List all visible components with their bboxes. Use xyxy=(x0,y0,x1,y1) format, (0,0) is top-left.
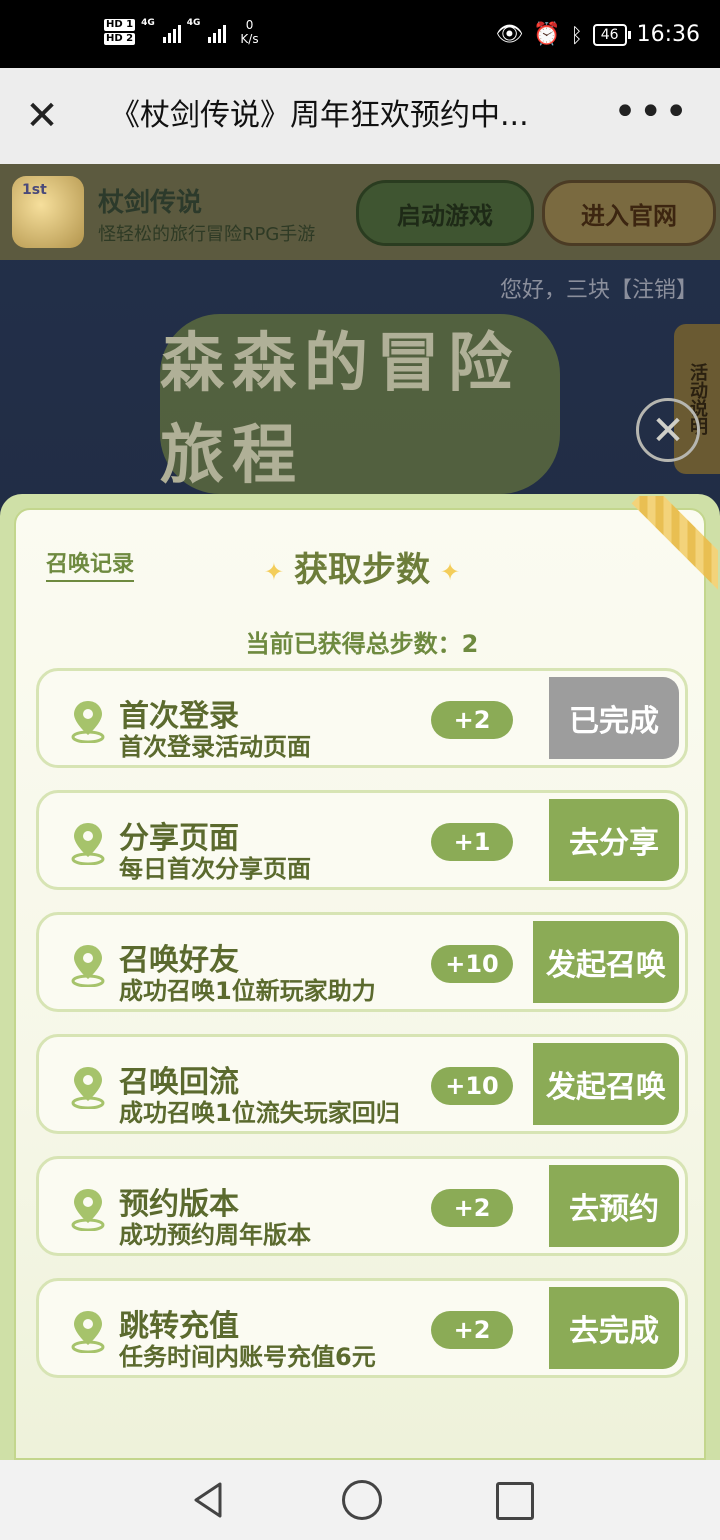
location-pin-icon xyxy=(71,945,105,987)
sparkle-icon: ✦ xyxy=(440,557,461,586)
task-row: 召唤好友 成功召唤1位新玩家助力 +10 发起召唤 xyxy=(36,912,688,1012)
more-icon[interactable]: ••• xyxy=(613,90,690,134)
game-logo: 1st xyxy=(12,176,84,248)
net-speed-unit: K/s xyxy=(240,32,259,46)
launch-game-button[interactable]: 启动游戏 xyxy=(356,180,534,246)
task-row: 分享页面 每日首次分享页面 +1 去分享 xyxy=(36,790,688,890)
task-description: 首次登录活动页面 xyxy=(119,733,311,761)
modal-title-text: 获取步数 xyxy=(294,550,430,590)
task-row: 首次登录 首次登录活动页面 +2 已完成 xyxy=(36,668,688,768)
total-steps: 当前已获得总步数：2 xyxy=(16,624,708,659)
reward-badge: +2 xyxy=(431,701,513,739)
task-description: 每日首次分享页面 xyxy=(119,855,311,883)
task-description: 成功召唤1位流失玩家回归 xyxy=(119,1099,400,1127)
close-icon[interactable]: ✕ xyxy=(22,96,62,136)
modal-title: ✦ 获取步数 ✦ xyxy=(16,542,708,591)
steps-modal: 召唤记录 ✦ 获取步数 ✦ 当前已获得总步数：2 首次登录 首次登录活动页面 +2 已完成… xyxy=(0,494,720,1460)
task-row: 召唤回流 成功召唤1位流失玩家回归 +10 发起召唤 xyxy=(36,1034,688,1134)
location-pin-icon xyxy=(71,1311,105,1353)
task-action-button[interactable]: 去分享 xyxy=(549,799,679,881)
location-pin-icon xyxy=(71,1189,105,1231)
clock: 16:36 xyxy=(636,22,700,47)
game-header: 1st 杖剑传说 怪轻松的旅行冒险RPG手游 启动游戏 进入官网 xyxy=(0,164,720,260)
title-bar: ✕ 《杖剑传说》周年狂欢预约中... ••• xyxy=(0,68,720,164)
task-description: 任务时间内账号充值6元 xyxy=(119,1343,376,1371)
status-right: 👁 ⏰ ᛒ 46 16:36 xyxy=(495,22,700,47)
task-action-button[interactable]: 发起召唤 xyxy=(533,921,679,1003)
task-action-button: 已完成 xyxy=(549,677,679,759)
signal2-icon xyxy=(208,21,227,43)
home-icon[interactable] xyxy=(342,1480,382,1520)
signal2-label: 4G xyxy=(186,18,201,28)
game-subtitle: 怪轻松的旅行冒险RPG手游 xyxy=(98,224,316,245)
location-pin-icon xyxy=(71,701,105,743)
battery-icon: 46 xyxy=(592,23,631,46)
reward-badge: +2 xyxy=(431,1189,513,1227)
net-speed: 0 K/s xyxy=(240,18,258,46)
total-steps-label: 当前已获得总步数： xyxy=(245,630,462,658)
official-site-button[interactable]: 进入官网 xyxy=(542,180,716,246)
task-description: 成功预约周年版本 xyxy=(119,1221,311,1249)
reward-badge: +1 xyxy=(431,823,513,861)
back-icon[interactable] xyxy=(188,1480,228,1520)
hd2-badge: HD 2 xyxy=(104,33,136,45)
eye-icon: 👁 xyxy=(495,22,524,47)
location-pin-icon xyxy=(71,1067,105,1109)
status-left: HD 1 HD 2 4G 4G 0 K/s xyxy=(104,18,259,46)
alarm-icon: ⏰ xyxy=(533,22,561,47)
game-name: 杖剑传说 xyxy=(98,188,203,218)
reward-badge: +2 xyxy=(431,1311,513,1349)
task-action-button[interactable]: 去预约 xyxy=(549,1165,679,1247)
total-steps-value: 2 xyxy=(461,630,479,658)
modal-close-icon[interactable]: ✕ xyxy=(636,398,700,462)
game-logo-text: 1st xyxy=(22,182,47,198)
reward-badge: +10 xyxy=(431,945,513,983)
location-pin-icon xyxy=(71,823,105,865)
signal1-icon xyxy=(162,21,181,43)
task-action-button[interactable]: 发起召唤 xyxy=(533,1043,679,1125)
bluetooth-icon: ᛒ xyxy=(570,22,583,47)
hd1-badge: HD 1 xyxy=(104,19,136,31)
navigation-bar xyxy=(0,1460,720,1540)
status-bar: HD 1 HD 2 4G 4G 0 K/s 👁 ⏰ ᛒ 46 16:36 xyxy=(0,0,720,68)
event-banner: 森森的冒险旅程 xyxy=(160,314,560,494)
user-greeting[interactable]: 您好，三块【注销】 xyxy=(500,272,698,304)
recent-apps-icon[interactable] xyxy=(496,1482,534,1520)
modal-panel: 召唤记录 ✦ 获取步数 ✦ 当前已获得总步数：2 首次登录 首次登录活动页面 +2 已完成… xyxy=(14,508,706,1460)
reward-badge: +10 xyxy=(431,1067,513,1105)
signal1-label: 4G xyxy=(141,18,155,28)
banner-text: 森森的冒险旅程 xyxy=(160,327,520,493)
task-row: 跳转充值 任务时间内账号充值6元 +2 去完成 xyxy=(36,1278,688,1378)
task-row: 预约版本 成功预约周年版本 +2 去预约 xyxy=(36,1156,688,1256)
task-action-button[interactable]: 去完成 xyxy=(549,1287,679,1369)
net-speed-value: 0 xyxy=(245,18,254,32)
hd-indicators: HD 1 HD 2 xyxy=(104,19,136,45)
page-title: 《杖剑传说》周年狂欢预约中... xyxy=(110,98,529,133)
task-description: 成功召唤1位新玩家助力 xyxy=(119,977,376,1005)
sparkle-icon: ✦ xyxy=(263,557,284,586)
